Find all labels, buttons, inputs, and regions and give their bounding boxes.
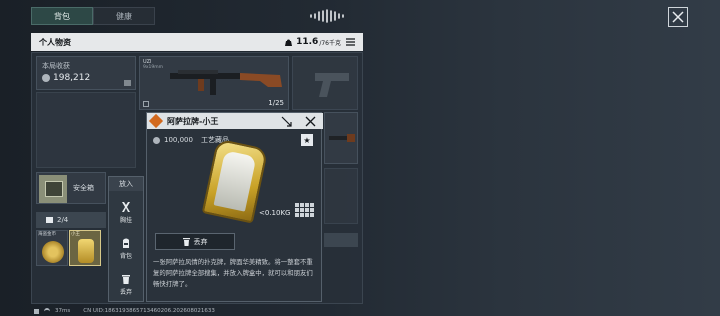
safe-box-count: 2/4 bbox=[57, 216, 69, 224]
safe-item-card[interactable]: 小王 bbox=[69, 230, 101, 266]
context-menu: 放入 胸挂 背包 丢弃 bbox=[108, 176, 144, 302]
safe-item-coin[interactable]: 海盗金币 bbox=[36, 230, 68, 266]
income-box: 本局收获 198,212 bbox=[36, 56, 136, 90]
item-value: 100,000 bbox=[164, 136, 193, 144]
menu-item-label: 胸挂 bbox=[119, 217, 132, 224]
list-icon[interactable] bbox=[124, 80, 131, 86]
close-button[interactable] bbox=[668, 7, 688, 27]
weapon-slot[interactable]: UZI 9x19mm 1/25 bbox=[139, 56, 289, 110]
item-weight: <0.10KG bbox=[259, 209, 291, 217]
safe-box-label: 安全箱 bbox=[73, 184, 94, 192]
popup-title-bar: 阿萨拉牌-小王 bbox=[147, 113, 323, 129]
menu-item-label: 丢弃 bbox=[119, 289, 132, 296]
weight-indicator: 11.6/76千克 bbox=[284, 33, 341, 51]
weapon-part-icon bbox=[329, 134, 355, 142]
list-icon[interactable] bbox=[346, 38, 355, 46]
item-detail-popup: 阿萨拉牌-小王 100,000 工艺藏品 ★ <0.10KG 丢弃 一张阿萨拉风… bbox=[146, 112, 323, 302]
item-rarity-icon bbox=[148, 113, 164, 129]
item-slot[interactable] bbox=[324, 233, 358, 247]
attachment-icon bbox=[143, 101, 149, 107]
income-value: 198,212 bbox=[53, 73, 91, 83]
grid-size-icon bbox=[295, 203, 314, 217]
voice-wave-icon[interactable] bbox=[308, 8, 348, 23]
item-title: 阿萨拉牌-小王 bbox=[167, 116, 219, 126]
coin-icon bbox=[42, 74, 50, 82]
gold-coin-icon bbox=[42, 241, 64, 263]
uid-text: CN UID:1863193865713460206.202608021633 bbox=[83, 308, 215, 314]
wifi-icon bbox=[44, 307, 50, 315]
card-icon bbox=[78, 239, 94, 263]
backpack-icon bbox=[123, 238, 129, 248]
status-bar: 37ms CN UID:1863193865713460206.20260802… bbox=[34, 306, 215, 316]
smg-icon bbox=[170, 70, 282, 95]
pistol-silhouette-icon bbox=[315, 73, 349, 97]
menu-item-chest-rig[interactable]: 胸挂 bbox=[109, 201, 143, 224]
menu-item-backpack[interactable]: 背包 bbox=[109, 237, 143, 260]
weapon-ammo-type: 9x19mm bbox=[143, 65, 164, 70]
close-icon bbox=[672, 11, 684, 23]
safe-box-icon bbox=[39, 175, 67, 203]
ammo-count: 1/25 bbox=[268, 99, 284, 107]
tab-health[interactable]: 健康 bbox=[93, 7, 155, 25]
tab-backpack[interactable]: 背包 bbox=[31, 7, 93, 25]
favorite-star-button[interactable]: ★ bbox=[301, 134, 313, 146]
income-label: 本局收获 bbox=[42, 62, 70, 70]
trash-icon bbox=[182, 237, 190, 246]
safe-item-card-label: 小王 bbox=[71, 232, 80, 237]
coin-icon bbox=[153, 136, 160, 144]
inventory-title: 个人物资 bbox=[39, 37, 71, 47]
menu-item-label: 背包 bbox=[119, 253, 132, 260]
inventory-header: 个人物资 11.6/76千克 bbox=[31, 33, 363, 51]
equipment-slot[interactable] bbox=[36, 92, 136, 168]
weight-max: /76千克 bbox=[319, 39, 341, 47]
context-menu-header: 放入 bbox=[109, 177, 143, 191]
weight-value: 11.6 bbox=[296, 37, 319, 47]
case-icon bbox=[46, 217, 53, 223]
discard-button[interactable]: 丢弃 bbox=[155, 233, 235, 250]
collapse-icon[interactable] bbox=[281, 116, 292, 127]
chest-rig-icon bbox=[122, 202, 130, 212]
item-value-row: 100,000 工艺藏品 bbox=[153, 135, 229, 145]
ping-value: 37ms bbox=[55, 308, 71, 314]
battery-icon bbox=[34, 308, 39, 314]
item-slot[interactable] bbox=[324, 168, 358, 224]
trash-icon bbox=[122, 275, 130, 284]
secondary-weapon-slot[interactable] bbox=[292, 56, 358, 110]
item-description: 一张阿萨拉风情的扑克牌，牌面华美精致。将一整套不重复的阿萨拉牌全部搜集，并放入牌… bbox=[153, 258, 313, 288]
weight-icon bbox=[285, 39, 293, 46]
safe-box-capacity: 2/4 bbox=[36, 212, 106, 228]
item-slot[interactable] bbox=[324, 112, 358, 164]
safe-box-slot[interactable]: 安全箱 bbox=[36, 172, 106, 204]
safe-item-coin-label: 海盗金币 bbox=[38, 232, 56, 237]
close-icon[interactable] bbox=[305, 116, 316, 127]
menu-item-discard[interactable]: 丢弃 bbox=[109, 273, 143, 296]
discard-label: 丢弃 bbox=[193, 237, 208, 246]
